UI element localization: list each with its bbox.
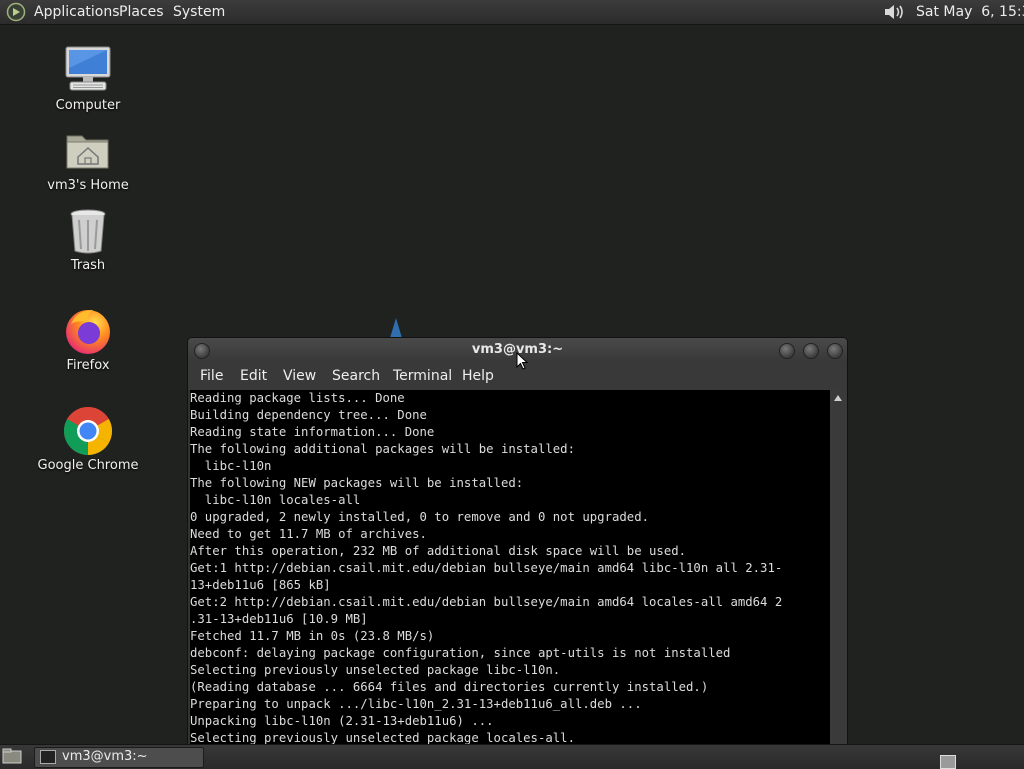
- terminal-output[interactable]: Reading package lists... Done Building de…: [190, 390, 830, 748]
- firefox-icon: [66, 310, 110, 354]
- terminal-line: debconf: delaying package configuration,…: [190, 646, 731, 660]
- taskbar-item-label: vm3@vm3:~: [62, 749, 148, 764]
- menu-search[interactable]: Search: [332, 368, 380, 384]
- menu-help[interactable]: Help: [462, 368, 494, 384]
- terminal-line: The following additional packages will b…: [190, 442, 575, 456]
- desktop-icon-label: Computer: [55, 98, 121, 113]
- desktop-icon-label: Firefox: [66, 358, 110, 373]
- clock[interactable]: Sat May 6, 15:34: [916, 3, 1024, 21]
- maximize-icon[interactable]: [803, 343, 819, 359]
- show-desktop-icon[interactable]: [2, 748, 22, 765]
- terminal-line: libc-l10n: [190, 459, 272, 473]
- trash-icon: [70, 209, 106, 254]
- terminal-line: Unpacking libc-l10n (2.31-13+deb11u6) ..…: [190, 714, 494, 728]
- desktop-icon-home[interactable]: vm3's Home: [28, 126, 148, 193]
- terminal-line: After this operation, 232 MB of addition…: [190, 544, 687, 558]
- minimize-icon[interactable]: [779, 343, 795, 359]
- mouse-pointer-icon: [516, 352, 528, 370]
- terminal-line: (Reading database ... 6664 files and dir…: [190, 680, 709, 694]
- menu-places[interactable]: Places: [119, 3, 164, 21]
- terminal-text: Reading package lists... Done Building de…: [190, 390, 830, 747]
- terminal-line: Building dependency tree... Done: [190, 408, 427, 422]
- menu-applications[interactable]: Applications: [34, 3, 120, 21]
- terminal-line: Fetched 11.7 MB in 0s (23.8 MB/s): [190, 629, 435, 643]
- terminal-line: Reading package lists... Done: [190, 391, 405, 405]
- terminal-line: Need to get 11.7 MB of archives.: [190, 527, 427, 541]
- gnome-foot-icon[interactable]: [6, 2, 26, 22]
- terminal-line: libc-l10n locales-all: [190, 493, 361, 507]
- terminal-line: Get:1 http://debian.csail.mit.edu/debian…: [190, 561, 783, 575]
- bottom-panel: vm3@vm3:~: [0, 744, 1024, 769]
- terminal-line: 0 upgraded, 2 newly installed, 0 to remo…: [190, 510, 650, 524]
- terminal-line: .31-13+deb11u6 [10.9 MB]: [190, 612, 368, 626]
- top-panel: Applications Places System Sat May 6, 15…: [0, 0, 1024, 25]
- menu-file[interactable]: File: [200, 368, 223, 384]
- workspace-switcher[interactable]: [940, 755, 956, 769]
- menu-edit[interactable]: Edit: [240, 368, 267, 384]
- terminal-line: Get:2 http://debian.csail.mit.edu/debian…: [190, 595, 783, 609]
- desktop-icon-label: Trash: [70, 258, 106, 273]
- scroll-up-icon[interactable]: [834, 395, 842, 401]
- terminal-line: Reading state information... Done: [190, 425, 435, 439]
- speaker-icon[interactable]: [882, 2, 906, 22]
- taskbar-item-terminal[interactable]: vm3@vm3:~: [34, 747, 204, 768]
- home-folder-icon: [66, 135, 109, 169]
- menu-system[interactable]: System: [173, 3, 225, 21]
- terminal-icon: [40, 750, 56, 764]
- desktop-icon-label: vm3's Home: [47, 178, 129, 193]
- chrome-icon: [63, 406, 113, 456]
- terminal-window[interactable]: vm3@vm3:~ File Edit View Search Terminal…: [187, 337, 848, 749]
- terminal-line: Preparing to unpack .../libc-l10n_2.31-1…: [190, 697, 642, 711]
- menu-view[interactable]: View: [283, 368, 316, 384]
- terminal-line: The following NEW packages will be insta…: [190, 476, 524, 490]
- wallpaper-shape: [390, 318, 402, 338]
- menu-terminal[interactable]: Terminal: [393, 368, 452, 384]
- desktop-icon-trash[interactable]: Trash: [28, 206, 148, 273]
- terminal-line: 13+deb11u6 [865 kB]: [190, 578, 331, 592]
- close-icon[interactable]: [827, 343, 843, 359]
- desktop-icon-label: Google Chrome: [37, 458, 139, 473]
- terminal-scrollbar[interactable]: [830, 390, 847, 748]
- terminal-line: Selecting previously unselected package …: [190, 663, 561, 677]
- desktop-icon-computer[interactable]: Computer: [28, 44, 148, 113]
- desktop-icon-firefox[interactable]: Firefox: [28, 306, 148, 373]
- desktop-icon-chrome[interactable]: Google Chrome: [28, 406, 148, 473]
- computer-icon: [65, 46, 111, 91]
